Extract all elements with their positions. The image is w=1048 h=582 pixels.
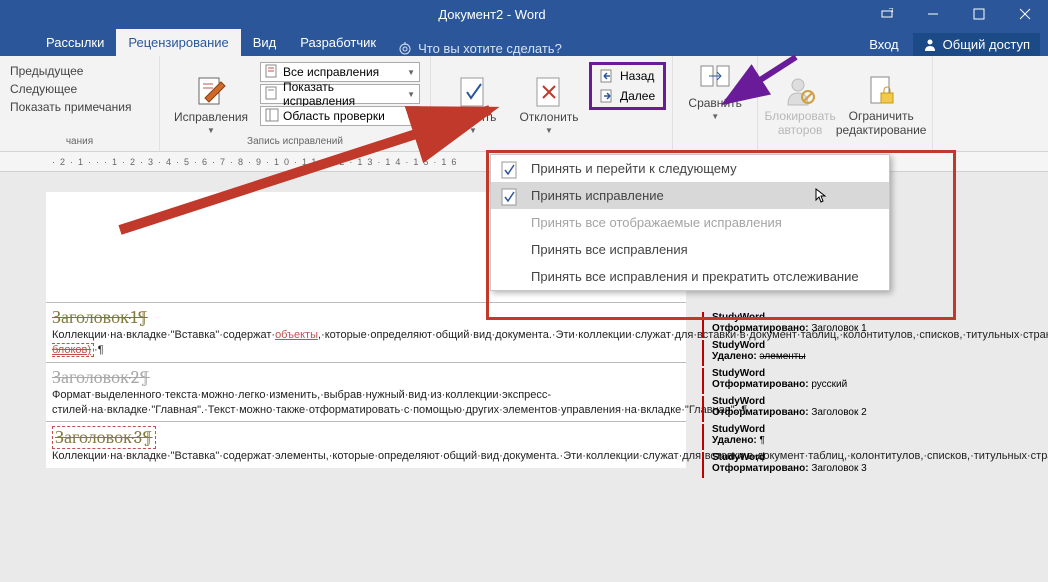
- chevron-down-icon: ▼: [711, 112, 719, 121]
- restrict-editing-label: Ограничить редактирование: [836, 109, 927, 137]
- markup-balloon[interactable]: StudyWordУдалено: элементы: [702, 340, 1032, 366]
- chevron-down-icon: ▼: [545, 126, 553, 135]
- purple-arrow-annotation: [716, 52, 806, 112]
- red-arrow-annotation: [100, 100, 500, 240]
- share-button[interactable]: Общий доступ: [913, 33, 1040, 56]
- menu-item-label: Принять все отображаемые исправления: [531, 215, 782, 230]
- reject-button[interactable]: Отклонить ▼: [513, 58, 585, 149]
- accept-and-move-next[interactable]: Принять и перейти к следующему: [491, 155, 889, 182]
- display-for-review-combo[interactable]: Все исправления ▼: [260, 62, 420, 82]
- prev-comment-button[interactable]: Предыдущее: [6, 62, 153, 80]
- share-label: Общий доступ: [943, 37, 1030, 52]
- accept-change[interactable]: Принять исправление: [491, 182, 889, 209]
- markup-balloon[interactable]: StudyWordОтформатировано: Заголовок 3: [702, 452, 1032, 478]
- paragraph-1[interactable]: Коллекции·на·вкладке·"Вставка"·содержат·…: [52, 328, 680, 358]
- cursor-icon: [815, 188, 829, 207]
- restrict-editing-button[interactable]: Ограничить редактирование: [836, 58, 926, 149]
- accept-move-icon: [501, 161, 519, 179]
- previous-change-button[interactable]: Назад: [594, 67, 661, 85]
- tab-mailings[interactable]: Рассылки: [34, 29, 116, 56]
- reject-label: Отклонить: [519, 110, 578, 124]
- markup-balloon[interactable]: StudyWordУдалено: ¶: [702, 424, 1032, 450]
- title-bar: Документ2 - Word: [0, 0, 1048, 28]
- next-change-button[interactable]: Далее: [594, 87, 661, 105]
- window-controls: [910, 0, 1048, 28]
- markup-balloon[interactable]: StudyWordОтформатировано: Заголовок 1: [702, 312, 1032, 338]
- markup-balloon[interactable]: StudyWordОтформатировано: Заголовок 2: [702, 396, 1032, 422]
- tell-me-search[interactable]: Что вы хотите сделать?: [388, 41, 572, 56]
- display-for-review-value: Все исправления: [283, 65, 407, 79]
- paragraph-3[interactable]: Коллекции·на·вкладке·"Вставка"·содержат·…: [52, 449, 680, 464]
- block-authors-label: Блокировать авторов: [764, 109, 836, 137]
- paragraph-2[interactable]: Формат·выделенного·текста·можно·легко·из…: [52, 388, 680, 418]
- tab-view[interactable]: Вид: [241, 29, 289, 56]
- previous-change-label: Назад: [620, 69, 654, 83]
- sign-in-link[interactable]: Вход: [869, 37, 898, 52]
- accept-dropdown-menu: Принять и перейти к следующему Принять и…: [490, 154, 890, 291]
- heading-2[interactable]: Заголовок·2¶: [52, 367, 680, 388]
- tab-review[interactable]: Рецензирование: [116, 29, 240, 56]
- accept-all[interactable]: Принять все исправления: [491, 236, 889, 263]
- markup-balloon[interactable]: StudyWordОтформатировано: русский: [702, 368, 1032, 394]
- accept-icon: [501, 188, 519, 206]
- window-title: Документ2 - Word: [120, 7, 864, 22]
- menu-item-label: Принять и перейти к следующему: [531, 161, 737, 176]
- heading-3[interactable]: Заголовок·3¶: [52, 426, 156, 449]
- next-comment-button[interactable]: Следующее: [6, 80, 153, 98]
- tab-developer[interactable]: Разработчик: [288, 29, 388, 56]
- accept-all-stop-tracking[interactable]: Принять все исправления и прекратить отс…: [491, 263, 889, 290]
- minimize-button[interactable]: [910, 0, 956, 28]
- menu-item-label: Принять все исправления и прекратить отс…: [531, 269, 859, 284]
- close-button[interactable]: [1002, 0, 1048, 28]
- tell-me-label: Что вы хотите сделать?: [418, 41, 562, 56]
- ribbon-display-icon[interactable]: [864, 0, 910, 28]
- maximize-button[interactable]: [956, 0, 1002, 28]
- ribbon-tabs: Рассылки Рецензирование Вид Разработчик …: [0, 28, 1048, 56]
- next-change-label: Далее: [620, 89, 655, 103]
- accept-all-shown: Принять все отображаемые исправления: [491, 209, 889, 236]
- heading-1[interactable]: Заголовок·1¶: [52, 307, 680, 328]
- menu-item-label: Принять исправление: [531, 188, 664, 203]
- menu-item-label: Принять все исправления: [531, 242, 688, 257]
